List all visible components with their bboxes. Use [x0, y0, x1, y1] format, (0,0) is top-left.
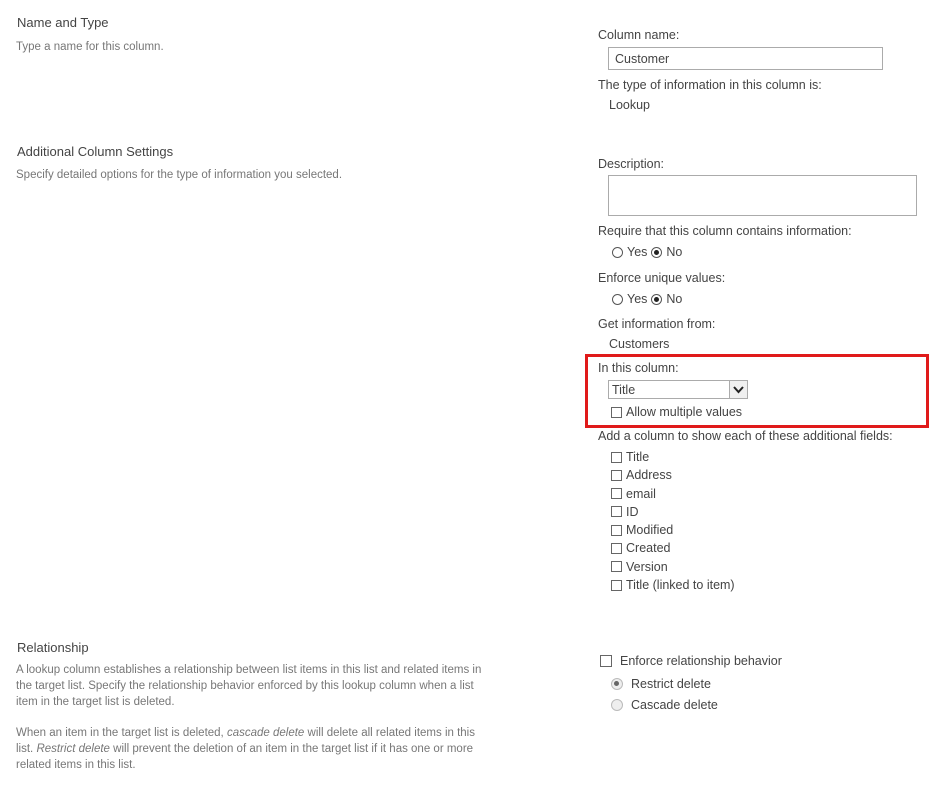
additional-field-item[interactable]: ID — [611, 505, 735, 519]
in-column-label: In this column: — [598, 361, 679, 375]
unique-label: Enforce unique values: — [598, 271, 726, 285]
checkbox-icon[interactable] — [611, 488, 622, 500]
additional-field-item[interactable]: Title (linked to item) — [611, 578, 735, 592]
unique-yes-option[interactable]: Yes — [612, 292, 647, 306]
additional-field-label: Address — [626, 468, 672, 483]
checkbox-icon[interactable] — [611, 524, 622, 536]
section-title-additional-settings: Additional Column Settings — [17, 144, 174, 159]
radio-unchecked-icon[interactable] — [611, 699, 623, 711]
additional-field-label: Modified — [626, 523, 674, 538]
restrict-delete-label: Restrict delete — [631, 677, 711, 691]
chevron-down-icon[interactable] — [729, 381, 747, 398]
radio-checked-icon[interactable] — [651, 293, 663, 305]
checkbox-icon[interactable] — [611, 579, 622, 591]
unique-radio-group: Yes No — [612, 292, 682, 306]
source-value: Customers — [609, 337, 670, 351]
in-column-select[interactable]: Title — [608, 380, 748, 399]
column-name-input[interactable] — [608, 47, 883, 70]
radio-checked-icon[interactable] — [651, 246, 663, 258]
additional-fields-label: Add a column to show each of these addit… — [598, 429, 893, 443]
additional-field-item[interactable]: Created — [611, 541, 735, 555]
require-yes-option[interactable]: Yes — [612, 245, 647, 259]
section-desc-additional-settings: Specify detailed options for the type of… — [16, 169, 343, 181]
radio-unchecked-icon[interactable] — [612, 246, 623, 258]
checkbox-icon[interactable] — [611, 406, 622, 418]
description-input[interactable] — [608, 175, 917, 216]
description-label: Description: — [598, 157, 664, 171]
column-name-label: Column name: — [598, 28, 680, 42]
unique-no-label: No — [666, 292, 683, 306]
checkbox-icon[interactable] — [611, 451, 622, 463]
enforce-relationship-option[interactable]: Enforce relationship behavior — [600, 654, 782, 668]
additional-field-label: Version — [626, 559, 668, 574]
section-desc-relationship-p2: When an item in the target list is delet… — [16, 725, 491, 773]
checkbox-icon[interactable] — [611, 506, 622, 518]
allow-multiple-option[interactable]: Allow multiple values — [611, 405, 742, 419]
radio-unchecked-icon[interactable] — [612, 293, 623, 305]
cascade-delete-label: Cascade delete — [631, 698, 718, 712]
require-yes-label: Yes — [627, 245, 648, 259]
additional-field-item[interactable]: Title — [611, 450, 735, 464]
require-label: Require that this column contains inform… — [598, 224, 852, 238]
checkbox-icon[interactable] — [611, 469, 622, 481]
additional-field-item[interactable]: Modified — [611, 523, 735, 537]
checkbox-icon[interactable] — [611, 542, 622, 554]
additional-field-label: Title (linked to item) — [626, 578, 735, 593]
radio-checked-icon[interactable] — [611, 678, 623, 690]
desc-text: When an item in the target list is delet… — [16, 727, 227, 739]
desc-emphasis-restrict: Restrict delete — [36, 743, 110, 755]
desc-emphasis-cascade: cascade delete — [226, 727, 305, 739]
section-title-relationship: Relationship — [17, 640, 89, 655]
section-desc-relationship-p1: A lookup column establishes a relationsh… — [16, 664, 482, 708]
allow-multiple-label: Allow multiple values — [626, 405, 743, 419]
additional-field-label: email — [626, 486, 656, 501]
require-no-option[interactable]: No — [651, 245, 682, 259]
unique-yes-label: Yes — [627, 292, 648, 306]
additional-field-item[interactable]: email — [611, 487, 735, 501]
checkbox-icon[interactable] — [611, 561, 622, 573]
type-value: Lookup — [609, 98, 651, 112]
additional-fields-list: Title Address email ID Modified Created … — [611, 450, 735, 592]
additional-field-item[interactable]: Address — [611, 468, 735, 482]
unique-no-option[interactable]: No — [651, 292, 682, 306]
require-radio-group: Yes No — [612, 245, 682, 259]
source-label: Get information from: — [598, 317, 716, 331]
in-column-selected-value: Title — [612, 382, 636, 397]
restrict-delete-option[interactable]: Restrict delete — [611, 677, 711, 691]
additional-field-label: ID — [626, 504, 639, 519]
additional-field-label: Title — [626, 450, 650, 464]
section-title-name-and-type: Name and Type — [17, 15, 109, 30]
require-no-label: No — [666, 245, 683, 259]
enforce-relationship-label: Enforce relationship behavior — [620, 654, 782, 668]
additional-field-label: Created — [626, 541, 671, 556]
type-label: The type of information in this column i… — [598, 78, 822, 92]
cascade-delete-option[interactable]: Cascade delete — [611, 698, 718, 712]
additional-field-item[interactable]: Version — [611, 560, 735, 574]
section-desc-name-and-type: Type a name for this column. — [16, 41, 164, 53]
checkbox-icon[interactable] — [600, 655, 612, 667]
